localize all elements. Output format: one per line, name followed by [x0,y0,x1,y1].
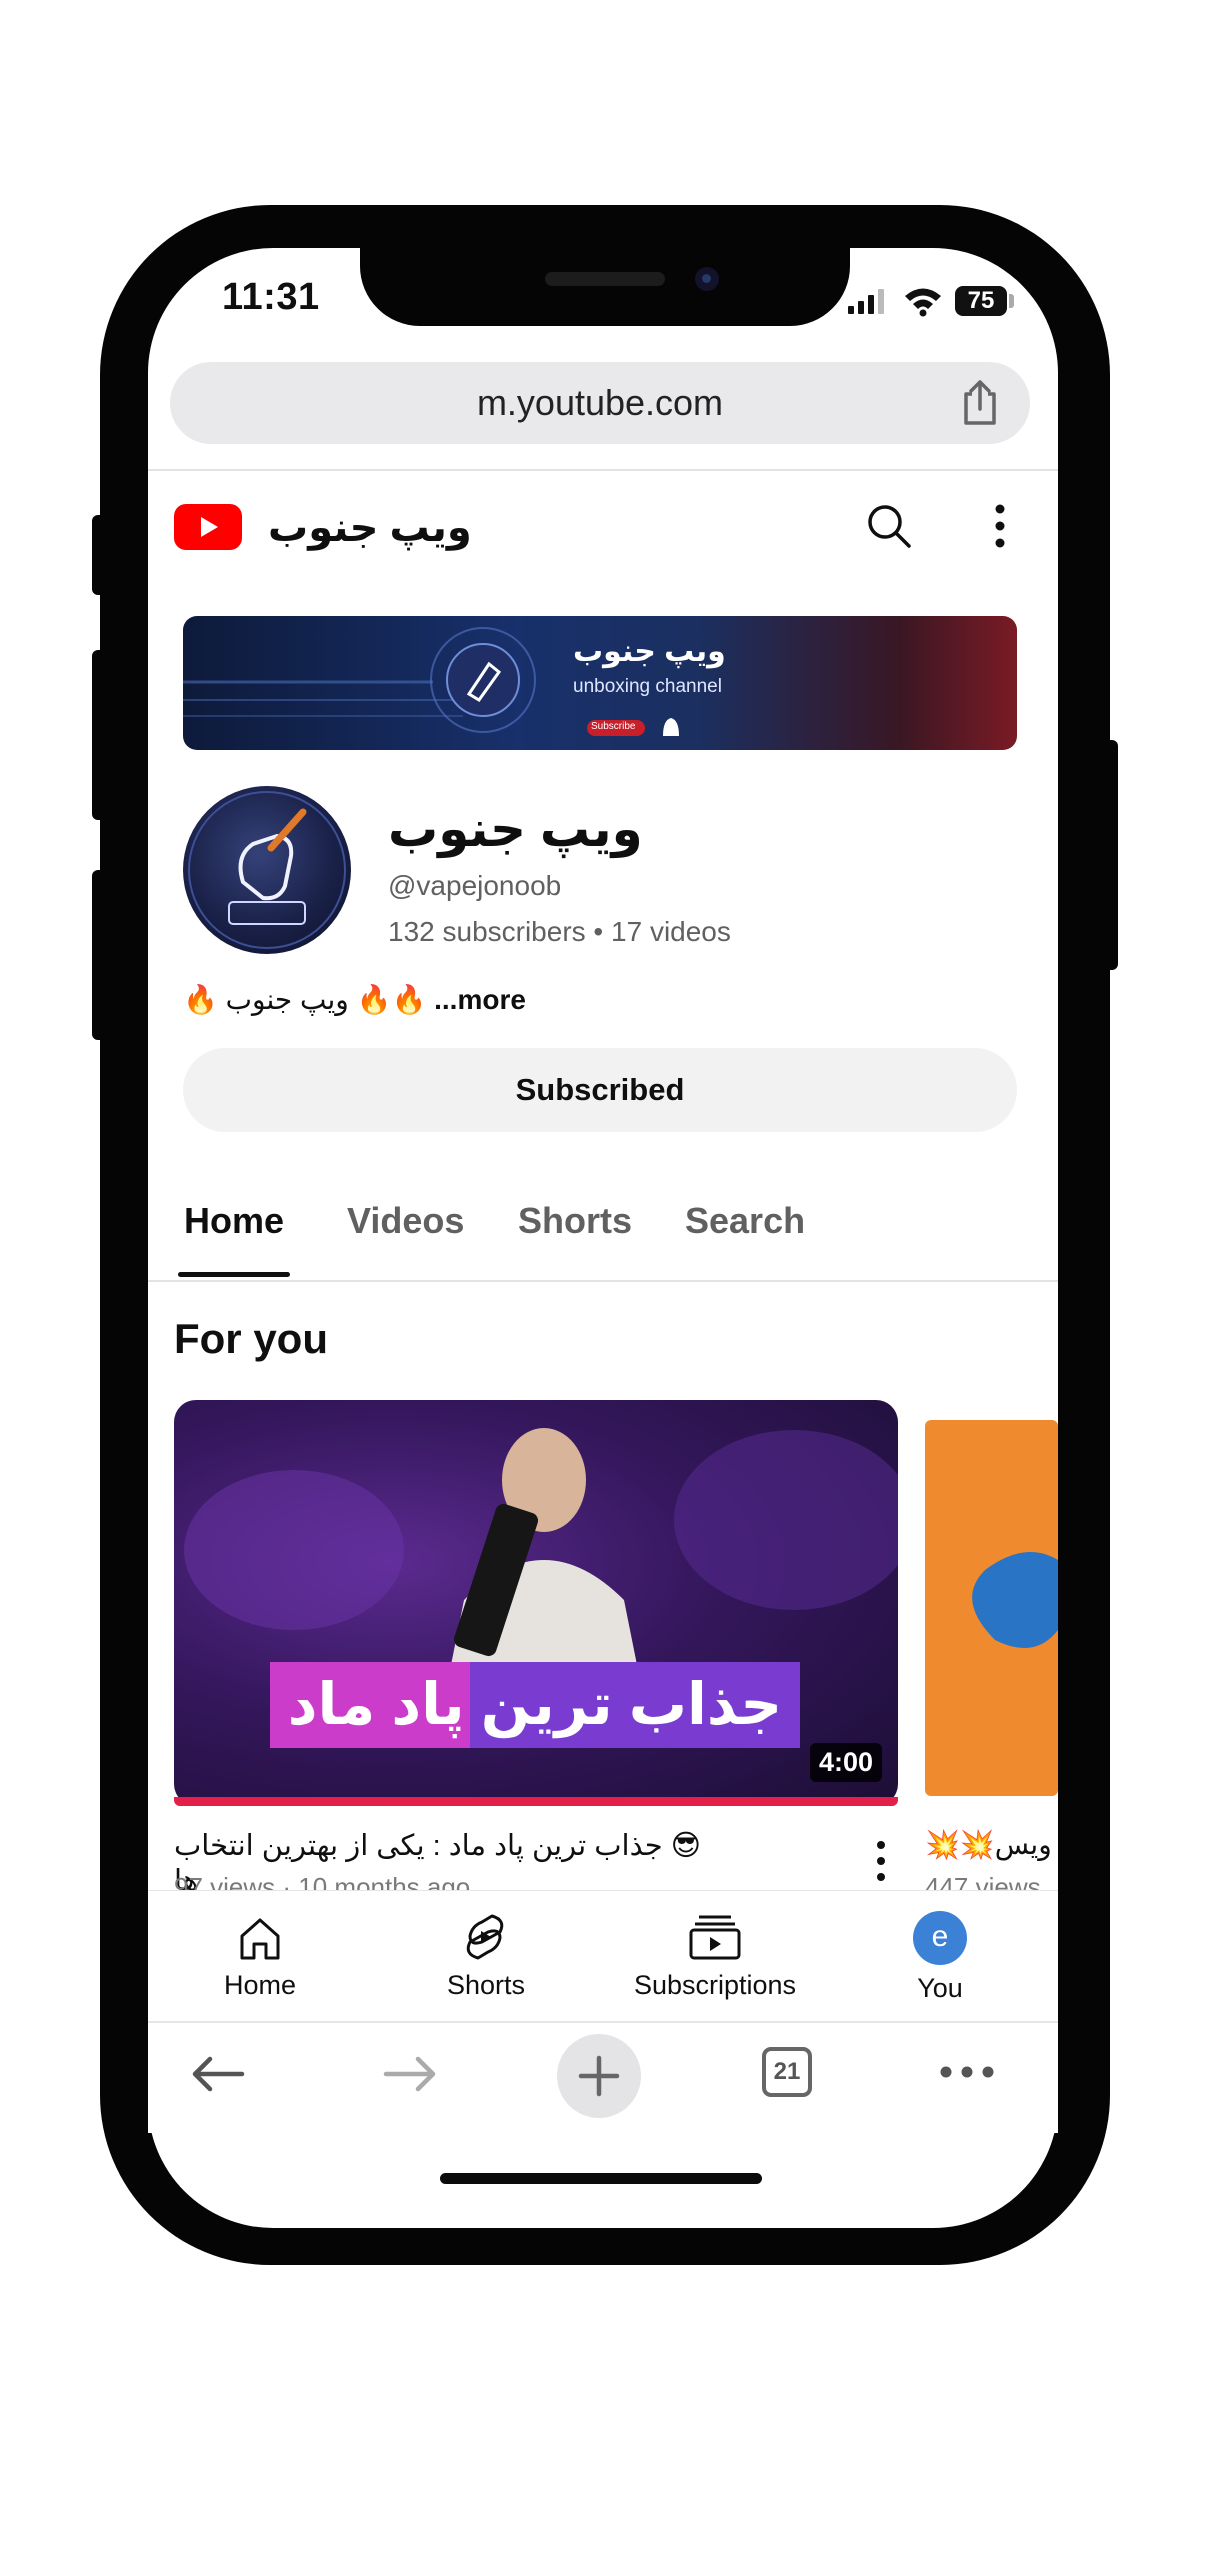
share-icon[interactable] [962,380,998,426]
nav-home[interactable]: Home [160,1970,360,2001]
header-channel-title: ویپ جنوب [268,506,472,550]
youtube-logo-icon[interactable] [174,504,242,550]
home-icon[interactable] [236,1914,284,1962]
cellular-signal-icon [848,289,884,314]
thumbnail-caption: جذاب ترین پاد ماد [287,1672,783,1737]
forward-arrow-icon[interactable] [382,2054,438,2094]
tabs-divider [148,1280,1058,1282]
description-text: 🔥 ویپ جنوب 🔥🔥 [183,984,427,1015]
earpiece-speaker [545,272,665,286]
avatar-icon[interactable]: e [913,1911,967,1965]
section-title: For you [174,1315,328,1362]
nav-shorts[interactable]: Shorts [386,1970,586,2001]
video-duration: 4:00 [810,1743,883,1782]
url-text[interactable]: m.youtube.com [170,362,1030,444]
nav-you[interactable]: You [840,1973,1040,2004]
search-icon[interactable] [866,503,912,549]
channel-description[interactable]: 🔥 ویپ جنوب 🔥🔥 ...more [183,983,526,1016]
shorts-icon[interactable] [462,1912,508,1962]
banner-subtitle: unboxing channel [573,676,722,697]
wifi-icon [905,288,941,317]
volume-up-button [92,650,106,820]
avatar-graphic [188,791,346,949]
more-options-icon[interactable] [993,503,1007,549]
tab-shorts[interactable]: Shorts [518,1200,632,1242]
channel-stats: 132 subscribers • 17 videos [388,916,731,947]
home-indicator[interactable] [440,2173,762,2184]
video-menu-icon[interactable] [876,1840,886,1882]
subscriptions-icon[interactable] [689,1914,741,1960]
tab-videos[interactable]: Videos [347,1200,464,1242]
nav-subscriptions[interactable]: Subscriptions [615,1970,815,2001]
next-video-thumbnail[interactable] [925,1420,1058,1796]
browser-menu-icon[interactable] [938,2064,996,2080]
channel-name: ویپ جنوب [388,801,643,857]
active-tab-indicator [178,1272,290,1277]
tab-switcher-button[interactable]: 21 [762,2047,812,2097]
tab-home[interactable]: Home [184,1200,284,1242]
battery-nub [1009,294,1014,308]
tab-search[interactable]: Search [685,1200,805,1242]
plus-icon [578,2055,620,2097]
channel-avatar[interactable] [183,786,351,954]
banner-subscribe-label: Subscribe [591,721,636,732]
subscribed-button[interactable]: Subscribed [183,1048,1017,1132]
next-video-title[interactable]: 💥💥ویس [925,1828,1058,1861]
back-arrow-icon[interactable] [190,2054,246,2094]
channel-banner: ویپ جنوب unboxing channel Subscribe [183,616,1017,750]
watch-progress-bar [174,1797,898,1806]
more-link[interactable]: ...more [434,984,526,1015]
mute-switch [92,515,106,595]
battery-indicator: 75 [955,286,1007,316]
channel-handle: @vapejonoob [388,870,562,901]
power-button [1104,740,1118,970]
banner-title: ویپ جنوب [573,635,726,668]
volume-down-button [92,870,106,1040]
next-thumbnail-graphic [972,1552,1058,1648]
front-camera [695,267,719,291]
notch [360,248,850,326]
header-divider [148,469,1058,471]
video-thumbnail[interactable]: جذاب ترین پاد ماد [174,1400,898,1806]
status-time: 11:31 [222,276,320,318]
